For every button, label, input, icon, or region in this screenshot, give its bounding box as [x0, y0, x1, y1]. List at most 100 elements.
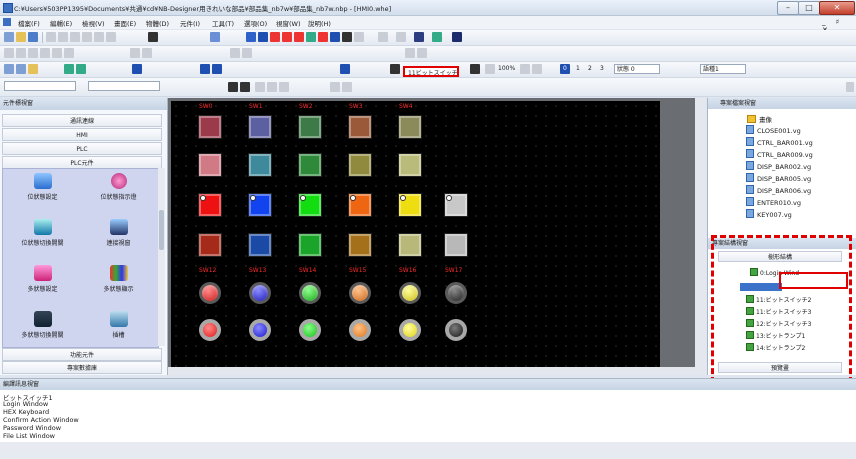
- square-switch[interactable]: [349, 116, 371, 138]
- category-project-database[interactable]: 專案數據庫: [2, 361, 162, 374]
- palette-scrollbar[interactable]: [158, 168, 165, 346]
- square-switch[interactable]: [299, 234, 321, 256]
- italic-icon[interactable]: [228, 82, 238, 92]
- tree-node[interactable]: 14:ビットランプ2: [746, 343, 805, 352]
- round-switch[interactable]: [199, 282, 221, 304]
- frame-icon[interactable]: [378, 32, 388, 42]
- state-1-label[interactable]: 1: [576, 65, 580, 72]
- circle-icon[interactable]: [294, 32, 304, 42]
- square-switch[interactable]: [349, 234, 371, 256]
- design-canvas[interactable]: SW0 SW1 SW2 SW3 SW4 SW12 SW13 SW14 SW15 …: [171, 101, 660, 375]
- square-switch[interactable]: [199, 154, 221, 176]
- round-switch[interactable]: [249, 282, 271, 304]
- toolbar-overflow-icon[interactable]: [846, 82, 854, 92]
- tree-root-images[interactable]: 畫像: [747, 114, 772, 124]
- align-left-icon[interactable]: [4, 48, 14, 58]
- ungroup-icon[interactable]: [242, 48, 252, 58]
- align-top-icon[interactable]: [40, 48, 50, 58]
- menu-edit[interactable]: 編輯(E): [50, 18, 72, 28]
- save-icon[interactable]: [28, 32, 38, 42]
- square-switch[interactable]: [299, 194, 321, 216]
- tree-node[interactable]: 11:ビットスイッチ2: [746, 295, 811, 304]
- workspace-icon[interactable]: [4, 64, 14, 74]
- menu-file[interactable]: 檔案(F): [18, 18, 40, 28]
- same-width-icon[interactable]: [130, 48, 140, 58]
- polyline-icon[interactable]: [306, 32, 316, 42]
- menu-screen[interactable]: 畫面(E): [114, 18, 136, 28]
- download-icon[interactable]: [64, 64, 74, 74]
- round-switch[interactable]: [445, 319, 467, 341]
- palette-scroll-thumb[interactable]: [159, 210, 164, 250]
- maximize-button[interactable]: □: [798, 1, 820, 15]
- category-hmi[interactable]: HMI: [2, 128, 162, 141]
- menu-object[interactable]: 物體(D): [146, 18, 169, 28]
- text-icon[interactable]: [342, 32, 352, 42]
- square-switch[interactable]: [249, 116, 271, 138]
- palette-link-window[interactable]: 連接視窗: [81, 219, 156, 247]
- fill-icon[interactable]: [396, 32, 406, 42]
- group-icon[interactable]: [230, 48, 240, 58]
- polygon-icon[interactable]: [330, 32, 340, 42]
- palette-bit-lamp[interactable]: 位狀態指示燈: [81, 173, 156, 201]
- open-icon[interactable]: [16, 32, 26, 42]
- file-item[interactable]: CLOSE001.vg: [746, 125, 801, 135]
- pointer-icon[interactable]: [246, 32, 256, 42]
- square-switch[interactable]: [445, 194, 467, 216]
- palette-multi-display[interactable]: 多狀態顯示: [81, 265, 156, 293]
- round-switch[interactable]: [299, 319, 321, 341]
- text-size-icon[interactable]: [470, 64, 480, 74]
- state-2-label[interactable]: 2: [588, 65, 592, 72]
- redo-icon[interactable]: [106, 32, 116, 42]
- bit-switch-combo[interactable]: 11ビットスイッチ: [403, 66, 459, 77]
- palette-slot[interactable]: 插槽: [81, 311, 156, 339]
- close-button[interactable]: ✕: [819, 1, 855, 15]
- upload-icon[interactable]: [76, 64, 86, 74]
- prev-screen-icon[interactable]: [212, 64, 222, 74]
- category-plc[interactable]: PLC: [2, 142, 162, 155]
- panel-icon[interactable]: [16, 64, 26, 74]
- cut-icon[interactable]: [46, 32, 56, 42]
- text-align-right-icon[interactable]: [279, 82, 289, 92]
- menu-options[interactable]: 選項(O): [244, 18, 267, 28]
- text-align-left-icon[interactable]: [255, 82, 265, 92]
- palette-bit-set[interactable]: 位狀態設定: [5, 173, 80, 201]
- file-item[interactable]: CTRL_BAR009.vg: [746, 149, 813, 159]
- new-icon[interactable]: [4, 32, 14, 42]
- file-item[interactable]: ENTER010.vg: [746, 197, 801, 207]
- color-icon[interactable]: [414, 32, 424, 42]
- square-switch[interactable]: [199, 234, 221, 256]
- screen-icon[interactable]: [210, 32, 220, 42]
- square-switch[interactable]: [399, 234, 421, 256]
- square-switch[interactable]: [445, 234, 467, 256]
- square-switch[interactable]: [349, 194, 371, 216]
- palette-multi-toggle[interactable]: 多狀態切換開關: [5, 311, 80, 339]
- zoom-icon[interactable]: [485, 64, 495, 74]
- category-function-components[interactable]: 功能元件: [2, 348, 162, 361]
- round-switch[interactable]: [445, 282, 467, 304]
- font-select[interactable]: [4, 81, 76, 91]
- round-switch[interactable]: [399, 319, 421, 341]
- menu-component[interactable]: 元件(I): [180, 18, 200, 28]
- square-switch[interactable]: [349, 154, 371, 176]
- bold-icon[interactable]: [240, 82, 250, 92]
- simulate-icon[interactable]: [132, 64, 142, 74]
- round-switch[interactable]: [349, 319, 371, 341]
- square-switch[interactable]: [249, 154, 271, 176]
- align-middle-icon[interactable]: [52, 48, 62, 58]
- menu-help[interactable]: 說明(H): [308, 18, 331, 28]
- square-switch[interactable]: [399, 194, 421, 216]
- tree-structure-tab[interactable]: 樹形結構: [718, 251, 842, 262]
- next-screen-icon[interactable]: [340, 64, 350, 74]
- round-switch[interactable]: [299, 282, 321, 304]
- square-switch[interactable]: [249, 194, 271, 216]
- zoom-level[interactable]: 100%: [498, 65, 515, 72]
- square-switch[interactable]: [199, 194, 221, 216]
- file-item[interactable]: CTRL_BAR001.vg: [746, 137, 813, 147]
- text-align-center-icon[interactable]: [267, 82, 277, 92]
- align-center-icon[interactable]: [16, 48, 26, 58]
- square-switch[interactable]: [299, 116, 321, 138]
- first-screen-icon[interactable]: [200, 64, 210, 74]
- line-icon[interactable]: [258, 32, 268, 42]
- square-switch[interactable]: [199, 116, 221, 138]
- bit-switch-icon[interactable]: [390, 64, 400, 74]
